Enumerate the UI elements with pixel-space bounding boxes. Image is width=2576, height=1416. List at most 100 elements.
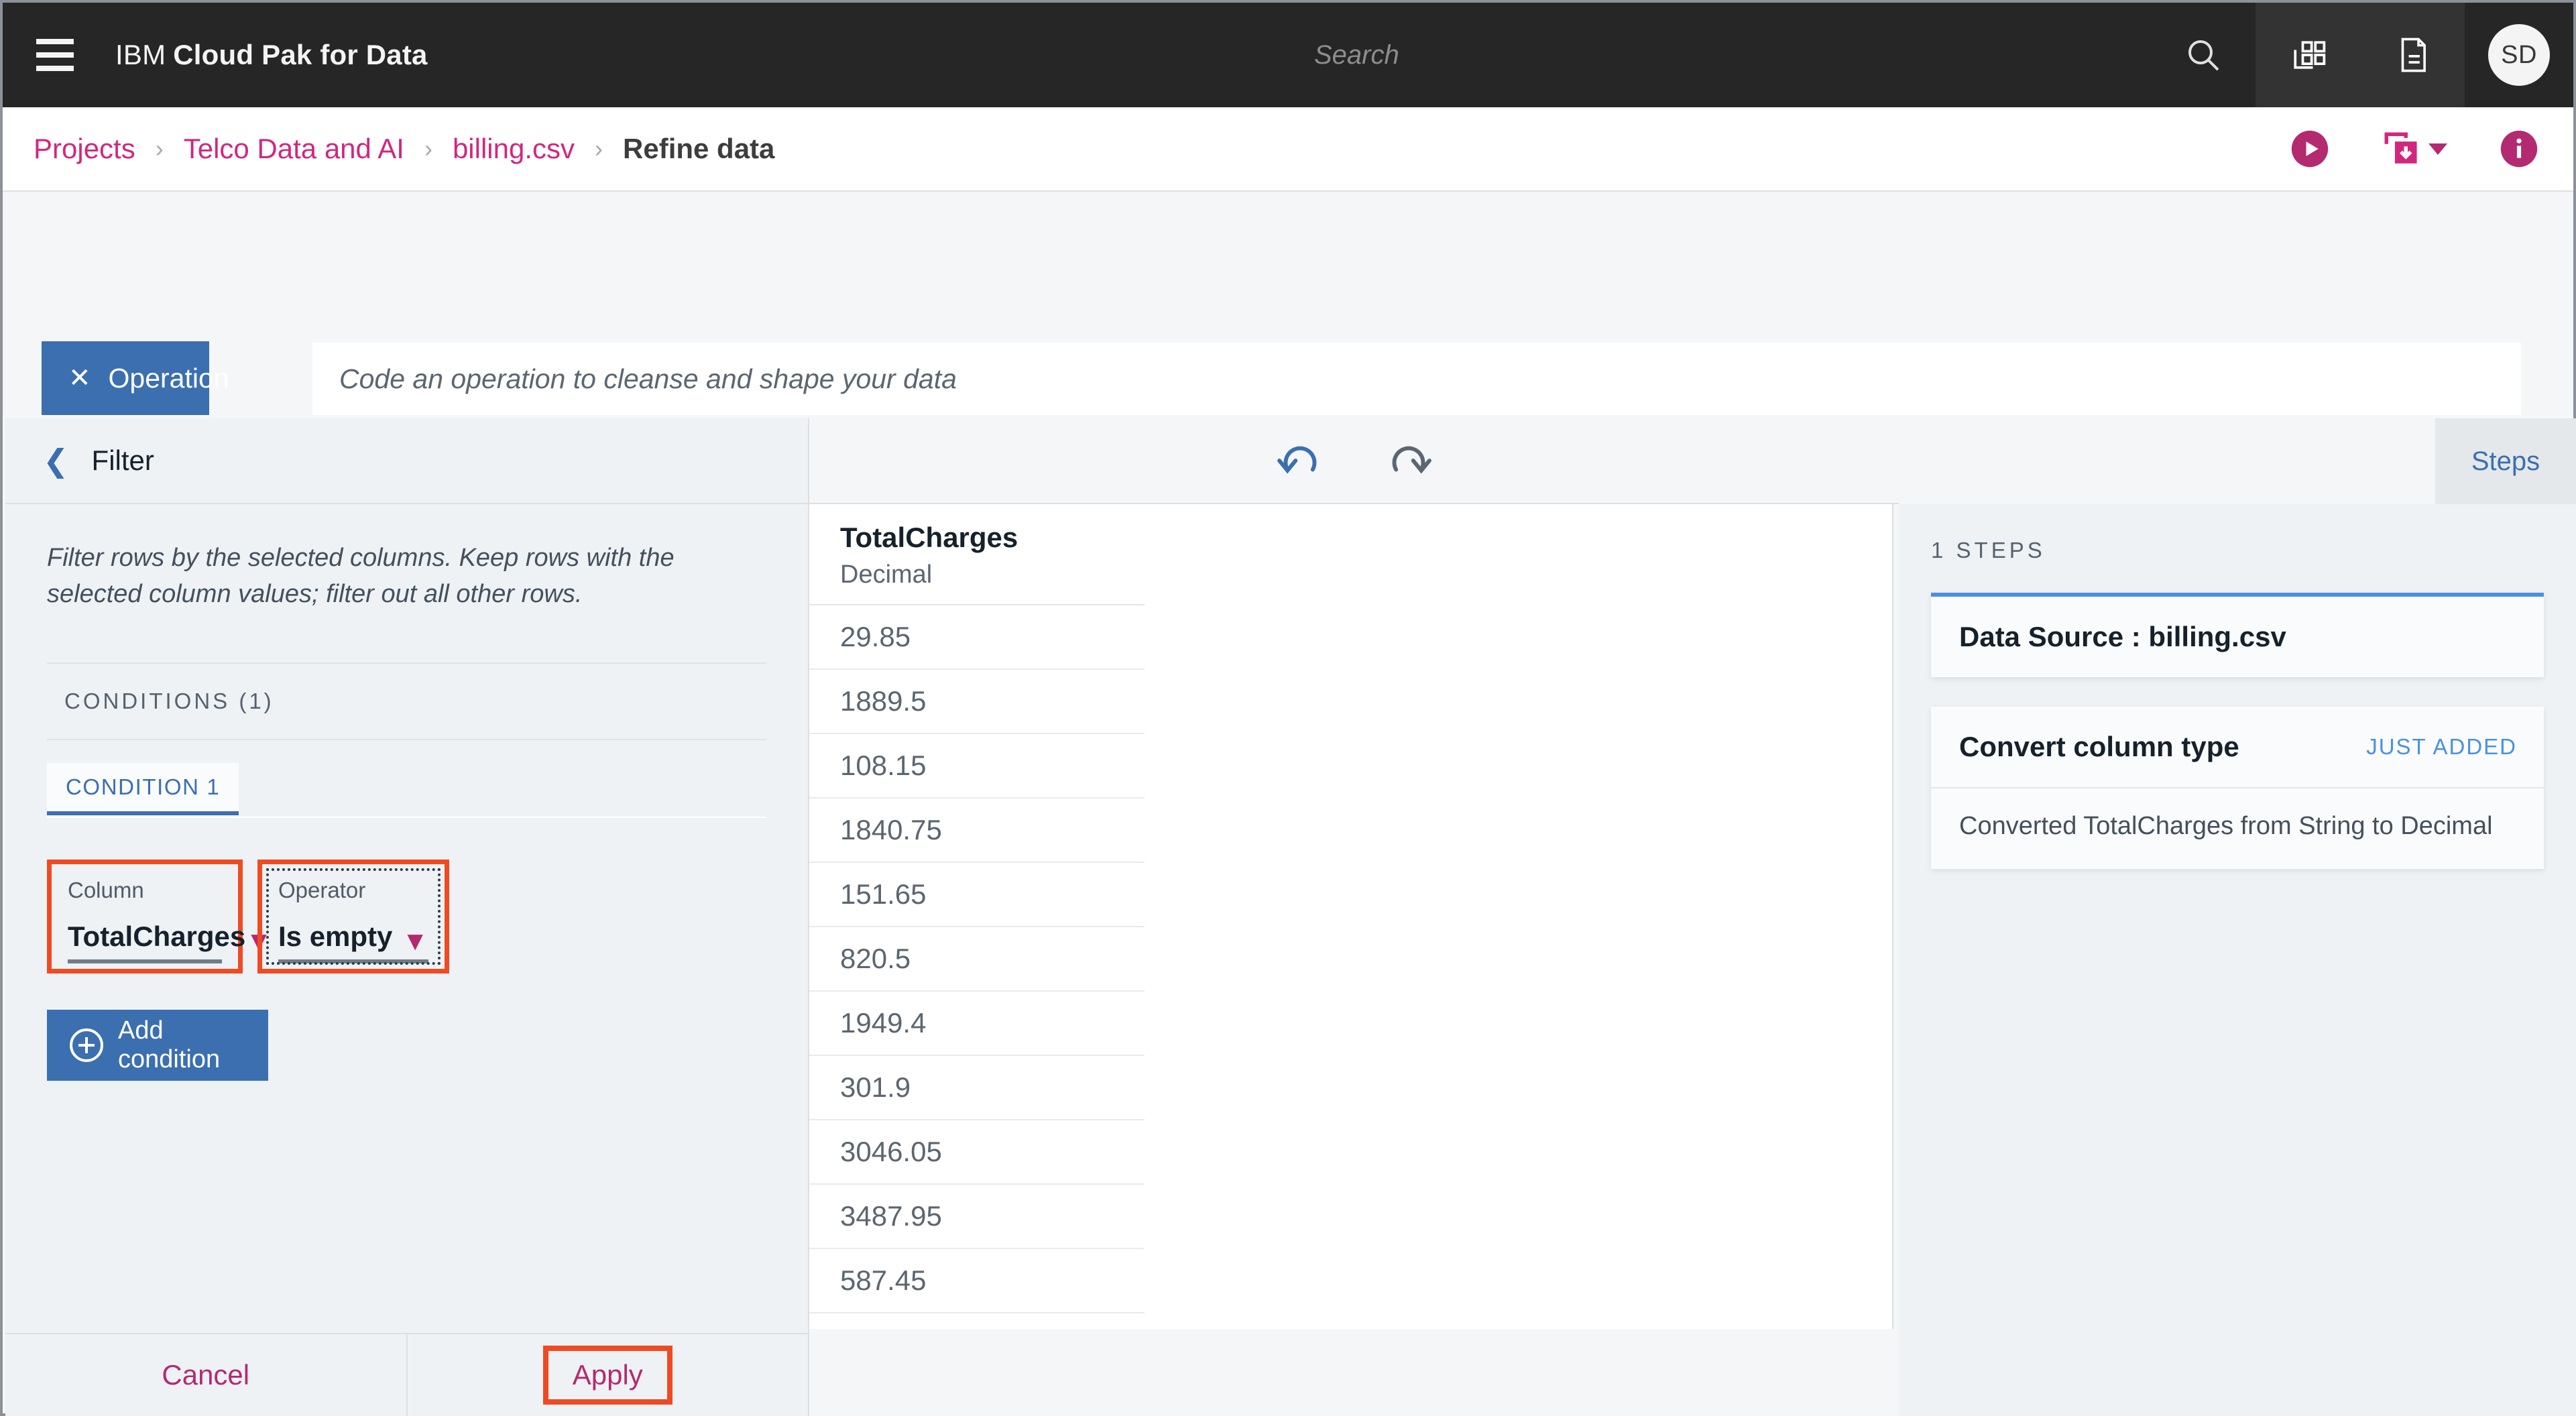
tab-steps-label: Steps: [2471, 447, 2540, 477]
conditions-header-label: CONDITIONS (1): [64, 689, 274, 714]
column-header-type: Decimal: [840, 560, 1145, 589]
app-window: IBM Cloud Pak for Data SD: [0, 0, 2576, 1416]
breadcrumb-item-current: Refine data: [623, 133, 774, 165]
breadcrumb-item-file[interactable]: billing.csv: [453, 133, 575, 165]
run-icon[interactable]: [2290, 129, 2329, 168]
cell-value: 1889.5: [840, 685, 926, 717]
top-nav-icons: SD: [2151, 3, 2573, 107]
grid-toolbar: [809, 418, 1899, 504]
table-row[interactable]: 1840.75: [809, 799, 1145, 863]
breadcrumb-item-project[interactable]: Telco Data and AI: [184, 133, 404, 165]
steps-count-label: 1 STEPS: [1931, 538, 2544, 563]
conditions-header: CONDITIONS (1): [47, 662, 766, 740]
search-input[interactable]: [1277, 3, 2209, 107]
step-title: Data Source : billing.csv: [1959, 621, 2286, 653]
cell-value: 108.15: [840, 750, 926, 782]
column-select-value: TotalCharges: [68, 921, 245, 953]
breadcrumb: Projects › Telco Data and AI › billing.c…: [3, 133, 774, 165]
operation-tab[interactable]: ✕ Operation: [42, 341, 209, 415]
data-grid-column-header[interactable]: TotalCharges Decimal: [809, 504, 1145, 605]
filter-description: Filter rows by the selected columns. Kee…: [47, 540, 766, 613]
table-row[interactable]: 151.65: [809, 863, 1145, 927]
cancel-button-label: Cancel: [162, 1359, 249, 1391]
plus-circle-icon: [70, 1028, 103, 1062]
step-detail: Converted TotalCharges from String to De…: [1931, 787, 2544, 869]
condition-fields: Column TotalCharges ▼ Operator Is empty …: [47, 860, 766, 973]
operator-field-label: Operator: [278, 878, 428, 903]
step-card-convert-column-type[interactable]: Convert column type JUST ADDED Converted…: [1931, 707, 2544, 869]
breadcrumb-bar: Projects › Telco Data and AI › billing.c…: [3, 107, 2573, 192]
operation-bar-area: [3, 193, 2573, 347]
table-row[interactable]: 3487.95: [809, 1185, 1145, 1249]
cell-value: 151.65: [840, 878, 926, 910]
chevron-down-icon[interactable]: ▼: [402, 930, 428, 953]
avatar[interactable]: SD: [2465, 3, 2573, 107]
data-grid: TotalCharges Decimal 29.85 1889.5 108.15…: [809, 504, 1893, 1329]
breadcrumb-item-projects[interactable]: Projects: [34, 133, 135, 165]
operator-select-value: Is empty: [278, 921, 392, 953]
brand-prefix: IBM: [115, 39, 166, 71]
search-icon[interactable]: [2151, 3, 2256, 107]
table-row[interactable]: 1889.5: [809, 670, 1145, 734]
filter-panel-body: Filter rows by the selected columns. Kee…: [5, 504, 808, 1333]
tab-condition-1-label: CONDITION 1: [66, 774, 220, 800]
cancel-button[interactable]: Cancel: [5, 1334, 406, 1416]
apply-button-label: Apply: [543, 1346, 672, 1405]
table-row[interactable]: 108.15: [809, 734, 1145, 799]
cell-value: 301.9: [840, 1071, 911, 1104]
table-row[interactable]: 820.5: [809, 927, 1145, 992]
redo-icon[interactable]: [1380, 432, 1438, 489]
app-switcher-icon[interactable]: [2256, 3, 2360, 107]
table-row[interactable]: 301.9: [809, 1056, 1145, 1120]
steps-panel: 1 STEPS Data Source : billing.csv Conver…: [1899, 504, 2576, 1416]
tab-steps[interactable]: Steps: [2435, 418, 2576, 504]
info-icon[interactable]: [2500, 129, 2538, 168]
chevron-down-icon[interactable]: [2428, 143, 2447, 155]
breadcrumb-toolbar: [2290, 129, 2538, 168]
data-grid-area: TotalCharges Decimal 29.85 1889.5 108.15…: [809, 504, 1899, 1416]
operation-tab-label: Operation: [109, 363, 229, 394]
breadcrumb-separator: ›: [424, 135, 432, 163]
filter-panel-title: Filter: [92, 445, 154, 477]
table-row[interactable]: 3046.05: [809, 1120, 1145, 1185]
filter-panel-header: ❮ Filter: [5, 418, 808, 504]
undo-icon[interactable]: [1271, 432, 1329, 489]
step-card-data-source[interactable]: Data Source : billing.csv: [1931, 593, 2544, 677]
brand-title: IBM Cloud Pak for Data: [107, 3, 428, 107]
steps-tab-row: Steps: [1899, 418, 2576, 504]
column-field-label: Column: [68, 878, 222, 903]
breadcrumb-separator: ›: [595, 135, 603, 163]
add-condition-button[interactable]: Add condition: [47, 1010, 268, 1081]
table-row[interactable]: 587.45: [809, 1249, 1145, 1313]
status-badge: JUST ADDED: [2366, 734, 2517, 760]
cell-value: 587.45: [840, 1264, 926, 1297]
close-icon[interactable]: ✕: [68, 365, 91, 392]
apply-button[interactable]: Apply: [406, 1334, 809, 1416]
code-operation-input[interactable]: Code an operation to cleanse and shape y…: [312, 343, 2521, 415]
global-search[interactable]: [1277, 3, 2209, 107]
cell-value: 3046.05: [840, 1136, 942, 1168]
avatar-initials: SD: [2488, 24, 2550, 86]
operator-select[interactable]: Operator Is empty ▼: [268, 870, 439, 963]
code-operation-placeholder: Code an operation to cleanse and shape y…: [339, 363, 957, 395]
operator-field-highlight: Operator Is empty ▼: [257, 860, 449, 973]
step-title: Convert column type: [1959, 731, 2239, 763]
filter-panel: ❮ Filter Filter rows by the selected col…: [5, 418, 809, 1416]
cell-value: 3487.95: [840, 1200, 942, 1232]
cell-value: 820.5: [840, 943, 911, 975]
hamburger-icon[interactable]: [3, 3, 107, 107]
table-row[interactable]: 1949.4: [809, 992, 1145, 1056]
document-icon[interactable]: [2360, 3, 2465, 107]
cell-value: 29.85: [840, 621, 911, 653]
cell-value: 1840.75: [840, 814, 942, 846]
condition-tabs-underline: [47, 817, 766, 818]
tab-condition-1[interactable]: CONDITION 1: [47, 763, 239, 815]
column-header-name: TotalCharges: [840, 522, 1145, 554]
column-field-highlight: Column TotalCharges ▼: [47, 860, 243, 973]
save-as-icon[interactable]: [2382, 129, 2447, 168]
condition-tabs: CONDITION 1: [47, 763, 766, 818]
chevron-left-icon[interactable]: ❮: [43, 445, 69, 476]
table-row[interactable]: 29.85: [809, 605, 1145, 670]
column-select[interactable]: Column TotalCharges ▼: [57, 870, 233, 963]
breadcrumb-separator: ›: [156, 135, 164, 163]
